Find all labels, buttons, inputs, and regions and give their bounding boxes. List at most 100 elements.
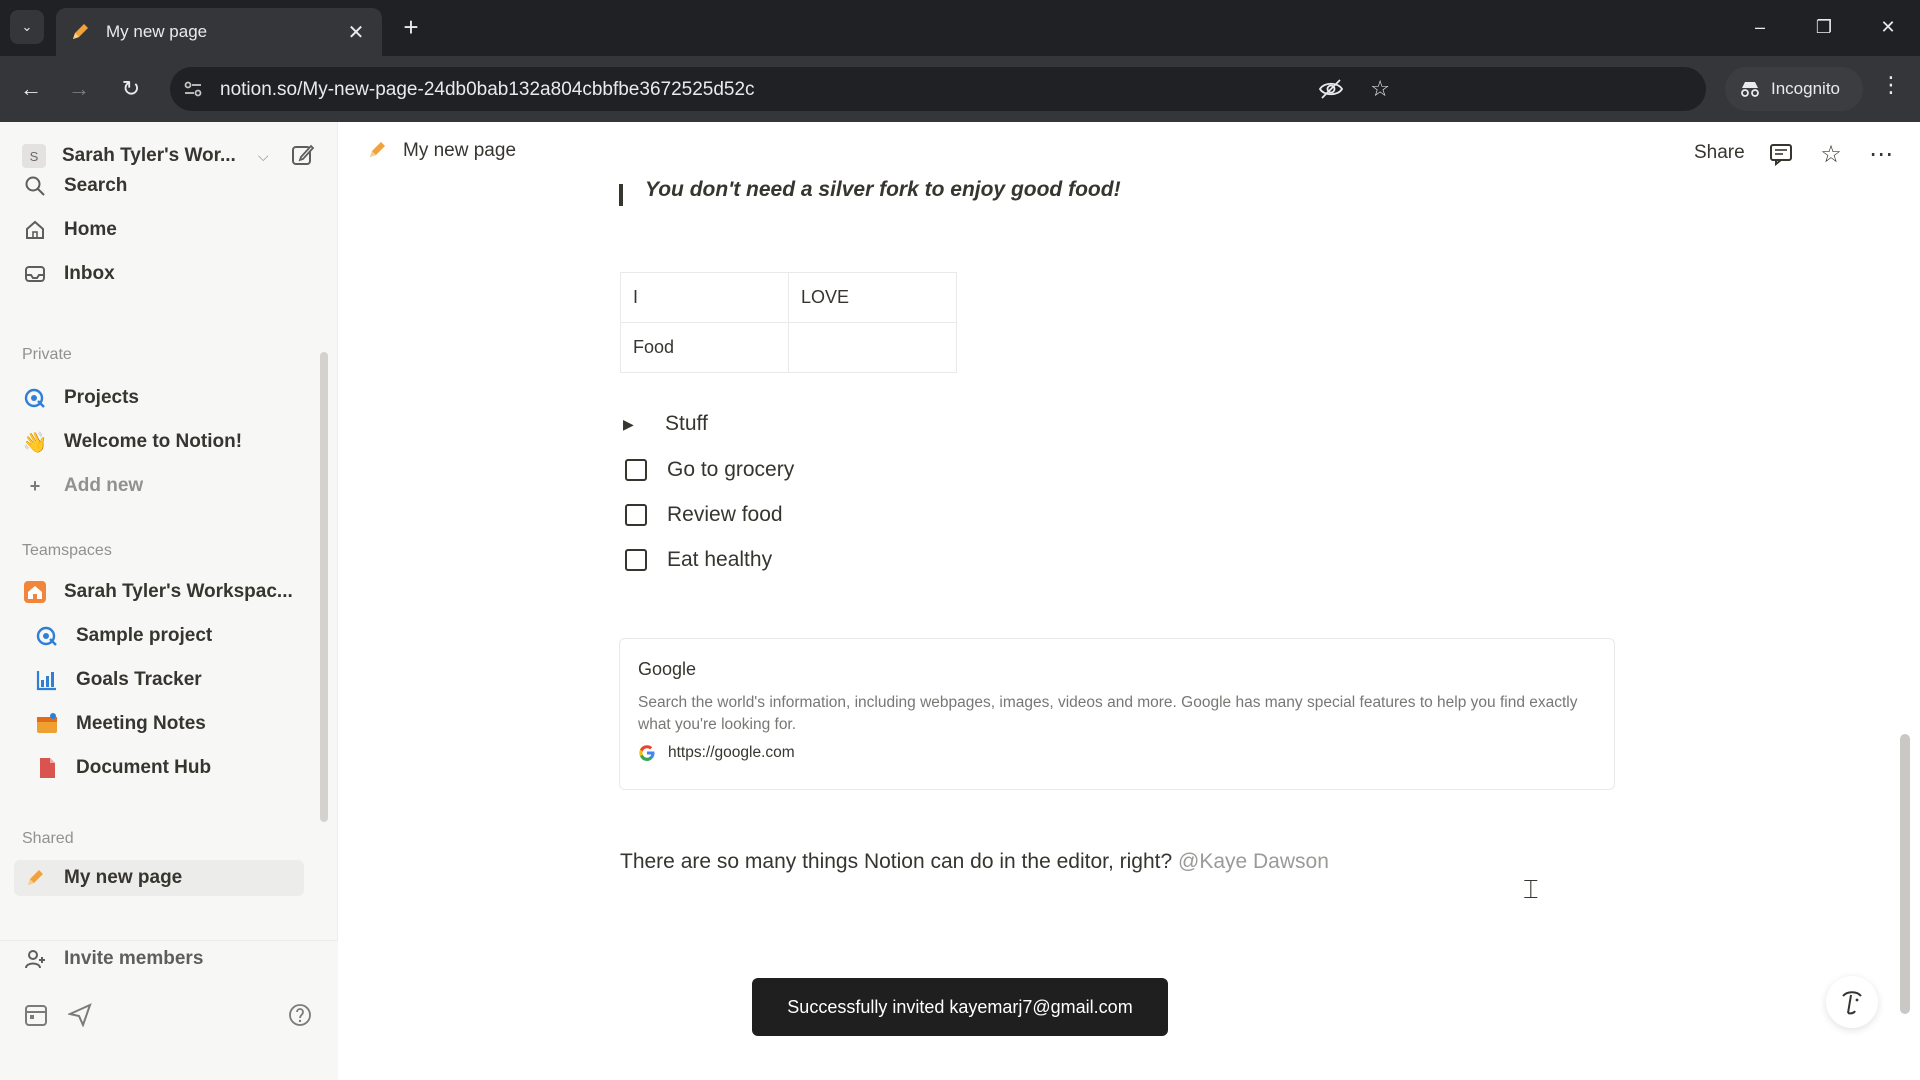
wave-hand-icon: 👋: [22, 431, 48, 454]
sidebar-item-label: Welcome to Notion!: [64, 431, 243, 452]
todo-label[interactable]: Go to grocery: [667, 458, 794, 482]
sidebar-item-label: Search: [64, 175, 128, 196]
address-bar[interactable]: notion.so/My-new-page-24db0bab132a804cbb…: [170, 67, 1706, 111]
pencil-icon: [367, 140, 389, 162]
forward-icon[interactable]: →: [62, 72, 96, 106]
restore-icon[interactable]: ❐: [1804, 12, 1844, 42]
new-page-icon[interactable]: [290, 142, 316, 168]
invite-members-button[interactable]: Invite members: [22, 941, 312, 977]
toggle-block[interactable]: ▶ Stuff: [623, 412, 708, 436]
send-icon[interactable]: [66, 1003, 92, 1032]
todo-checkbox[interactable]: [625, 549, 647, 571]
sidebar-scrollbar[interactable]: [320, 352, 328, 822]
sidebar-item-search[interactable]: Search: [22, 168, 312, 204]
page-topbar: My new page Share ☆ ⋯: [339, 122, 1920, 184]
chart-icon: [34, 667, 60, 693]
sidebar-item-home[interactable]: Home: [22, 212, 312, 248]
close-window-icon[interactable]: ✕: [1868, 12, 1908, 42]
projects-icon: [34, 623, 60, 649]
back-icon[interactable]: ←: [14, 72, 48, 106]
minimize-icon[interactable]: –: [1740, 12, 1780, 42]
table-cell[interactable]: LOVE: [788, 272, 957, 323]
incognito-badge[interactable]: Incognito: [1725, 67, 1863, 111]
page-scrollbar[interactable]: [1900, 734, 1910, 1014]
triangle-right-icon[interactable]: ▶: [623, 416, 643, 433]
more-options-icon[interactable]: ⋯: [1867, 140, 1895, 168]
sidebar-item-label: Meeting Notes: [76, 713, 206, 734]
sidebar-item-label: My new page: [64, 867, 183, 888]
table-cell[interactable]: Food: [620, 322, 789, 373]
browser-menu-icon[interactable]: ⋮: [1876, 72, 1906, 98]
tab-list-button[interactable]: ⌄: [10, 10, 44, 44]
bookmark-description: Search the world's information, includin…: [638, 694, 1578, 733]
quote-block[interactable]: You don't need a silver fork to enjoy go…: [619, 178, 1121, 206]
toggle-label: Stuff: [665, 412, 708, 435]
add-person-icon: [22, 946, 48, 972]
invite-members-label: Invite members: [64, 948, 204, 969]
tab-title: My new page: [106, 22, 208, 41]
site-settings-icon[interactable]: [182, 78, 204, 100]
breadcrumb[interactable]: My new page: [367, 140, 516, 162]
plus-icon: +: [29, 475, 41, 496]
url-text[interactable]: notion.so/My-new-page-24db0bab132a804cbb…: [220, 79, 755, 101]
todo-label[interactable]: Eat healthy: [667, 548, 772, 572]
new-tab-button[interactable]: +: [396, 12, 426, 42]
comment-icon[interactable]: [1767, 140, 1795, 168]
sidebar-item-meeting-notes[interactable]: Meeting Notes: [34, 706, 324, 742]
sidebar-item-welcome[interactable]: 👋 Welcome to Notion!: [22, 424, 312, 460]
user-mention[interactable]: @Kaye Dawson: [1178, 850, 1329, 873]
table-cell[interactable]: [788, 322, 957, 373]
paragraph-text: There are so many things Notion can do i…: [620, 850, 1178, 873]
table-cell[interactable]: I: [620, 272, 789, 323]
bookmark-card[interactable]: Google Search the world's information, i…: [619, 638, 1615, 790]
close-icon[interactable]: ✕: [344, 20, 368, 45]
todo-label[interactable]: Review food: [667, 503, 783, 527]
calendar-icon: [34, 711, 60, 737]
workspace-name: Sarah Tyler's Wor...: [62, 145, 236, 166]
reload-icon[interactable]: ↻: [114, 72, 148, 106]
sidebar-item-label: Inbox: [64, 263, 115, 284]
incognito-icon: [1741, 82, 1759, 97]
sidebar-item-teamspace[interactable]: Sarah Tyler's Workspac...: [22, 574, 312, 610]
projects-icon: [22, 385, 48, 411]
sidebar: S Sarah Tyler's Wor... ⌵ Search Home Inb…: [0, 122, 338, 1080]
sidebar-item-goals-tracker[interactable]: Goals Tracker: [34, 662, 324, 698]
ai-assistant-button[interactable]: [1826, 976, 1878, 1028]
inbox-icon: [22, 261, 48, 287]
eye-off-icon[interactable]: [1318, 77, 1344, 101]
sidebar-item-my-new-page[interactable]: My new page: [14, 860, 304, 896]
sidebar-item-projects[interactable]: Projects: [22, 380, 312, 416]
sidebar-item-document-hub[interactable]: Document Hub: [34, 750, 324, 786]
sidebar-item-sample-project[interactable]: Sample project: [34, 618, 324, 654]
sidebar-item-inbox[interactable]: Inbox: [22, 256, 312, 292]
home-icon: [22, 217, 48, 243]
todo-checkbox[interactable]: [625, 459, 647, 481]
sidebar-item-label: Sample project: [76, 625, 213, 646]
shared-section-label: Shared: [22, 830, 74, 847]
ai-face-icon: [1842, 991, 1862, 1015]
toast-notification: Successfully invited kayemarj7@gmail.com: [752, 978, 1168, 1036]
paragraph-block[interactable]: There are so many things Notion can do i…: [620, 850, 1329, 874]
todo-item: Review food: [625, 503, 783, 527]
bookmark-url: https://google.com: [668, 744, 795, 761]
home-icon: [22, 579, 48, 605]
help-icon[interactable]: [288, 1003, 312, 1032]
sidebar-item-label: Sarah Tyler's Workspac...: [64, 581, 293, 602]
bookmark-link[interactable]: https://google.com: [638, 744, 1596, 762]
incognito-label: Incognito: [1771, 79, 1840, 98]
chevron-down-icon: ⌵: [257, 147, 269, 164]
browser-tab[interactable]: My new page ✕: [56, 8, 382, 56]
search-icon: [22, 173, 48, 199]
breadcrumb-title: My new page: [403, 140, 517, 161]
simple-table: I LOVE Food: [620, 272, 957, 373]
sidebar-footer: Invite members: [0, 940, 338, 1080]
document-icon: [34, 755, 60, 781]
bookmark-star-icon[interactable]: ☆: [1370, 76, 1390, 102]
todo-checkbox[interactable]: [625, 504, 647, 526]
pencil-icon: [70, 21, 92, 43]
share-button[interactable]: Share: [1694, 142, 1745, 164]
favorite-star-icon[interactable]: ☆: [1817, 140, 1845, 168]
calendar-icon[interactable]: [24, 1003, 48, 1032]
chevron-down-icon: ⌄: [21, 19, 33, 34]
sidebar-item-add-new[interactable]: + Add new: [22, 468, 312, 504]
